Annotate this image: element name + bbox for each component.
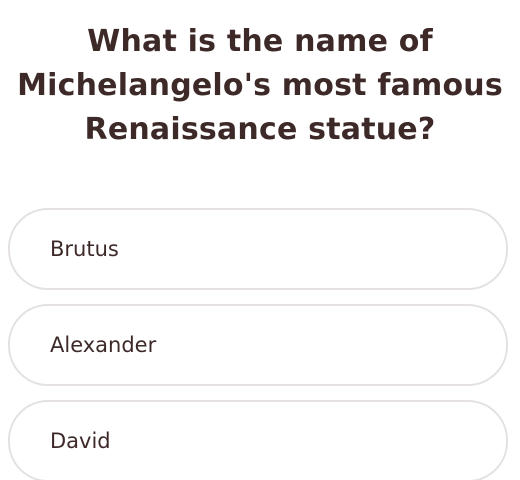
answer-option-label: Brutus bbox=[50, 237, 119, 261]
answer-option-david[interactable]: David bbox=[8, 400, 508, 480]
question-line: Michelangelo's most famous bbox=[17, 68, 503, 103]
question-text: What is the name of Michelangelo's most … bbox=[0, 20, 520, 152]
answer-option-brutus[interactable]: Brutus bbox=[8, 208, 508, 290]
answer-options-list: Brutus Alexander David bbox=[8, 208, 512, 480]
question-line: What is the name of bbox=[87, 24, 433, 59]
question-line: Renaissance statue? bbox=[84, 112, 436, 147]
answer-option-alexander[interactable]: Alexander bbox=[8, 304, 508, 386]
answer-option-label: Alexander bbox=[50, 333, 157, 357]
answer-option-label: David bbox=[50, 429, 111, 453]
